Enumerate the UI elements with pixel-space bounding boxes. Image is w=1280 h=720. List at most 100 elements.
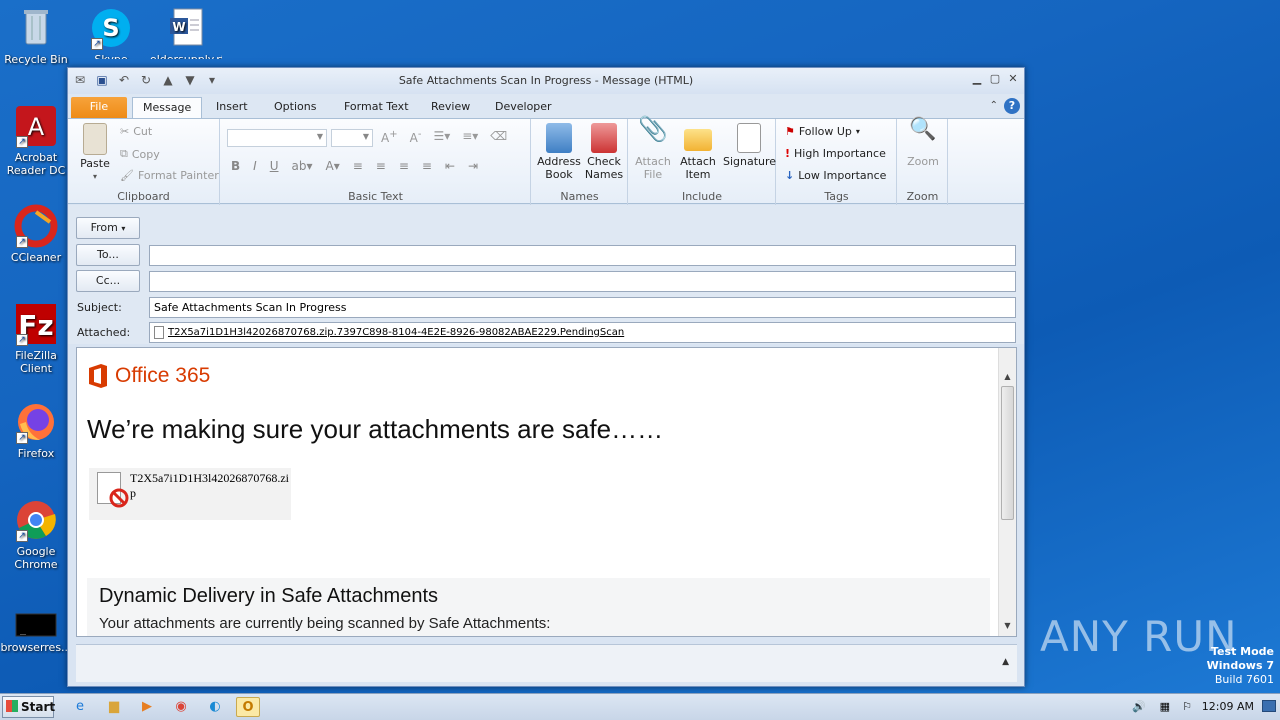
attachment-card[interactable]: T2X5a7i1D1H3l42026870768.zi p [89,468,291,520]
attach-file-button[interactable]: 📎 Attach File [631,115,675,181]
desktop-icon-console[interactable]: _ browserres... [0,608,72,654]
watermark-line: Windows 7 [1206,659,1274,672]
desktop-icon-skype[interactable]: S ↗ Skype [75,6,147,59]
follow-up-label: Follow Up [798,125,852,138]
paste-button[interactable]: Paste ▾ [76,123,114,183]
from-button[interactable]: From ▾ [76,217,140,239]
tab-options[interactable]: Options [264,97,326,118]
follow-up-button[interactable]: ⚑ Follow Up ▾ [785,125,860,138]
high-importance-button[interactable]: ! High Importance [785,147,886,160]
attachment-field[interactable]: T2X5a7i1D1H3l42026870768.zip.7397C898-81… [149,322,1016,343]
vertical-scrollbar[interactable]: ▲ ▼ [998,348,1016,636]
start-button[interactable]: Start [2,696,55,718]
desktop-icon-filezilla[interactable]: Fz ↗ FileZilla Client [0,302,72,375]
justify-icon[interactable]: ≡ [422,159,432,173]
tab-review[interactable]: Review [421,97,480,118]
scroll-thumb[interactable] [1001,386,1014,520]
scissors-icon: ✂ [120,125,130,138]
decrease-indent-icon[interactable]: ⇤ [445,159,455,173]
svg-text:S: S [102,14,119,42]
expand-pane-icon[interactable]: ▲ [1002,657,1009,667]
desktop-icon-rtf[interactable]: W oldersupply.rtf [150,6,222,59]
action-center-flag-icon[interactable]: ⚐ [1182,700,1192,713]
recycle-bin-icon [14,6,58,50]
increase-indent-icon[interactable]: ⇥ [468,159,478,173]
bold-icon[interactable]: B [231,159,240,173]
desktop-icon-chrome[interactable]: ↗ Google Chrome [0,498,72,571]
shrink-font-icon[interactable]: A- [410,129,422,145]
copy-button[interactable]: ⧉ Copy [120,147,160,161]
info-section-title: Dynamic Delivery in Safe Attachments [99,585,439,607]
zoom-label: Zoom [907,155,939,168]
subject-field[interactable]: Safe Attachments Scan In Progress [149,297,1016,318]
grow-font-icon[interactable]: A+ [381,129,398,145]
paste-icon [83,123,107,155]
to-field[interactable] [149,245,1016,266]
font-tools-row-2: B I Uab▾ A▾ ≡ ≡ ≡ ≡ ⇤ ⇥ [231,159,478,173]
low-importance-button[interactable]: ↓ Low Importance [785,169,886,182]
scroll-down-icon[interactable]: ▼ [1001,621,1014,634]
cc-button[interactable]: Cc... [76,270,140,292]
desktop-icon-ccleaner[interactable]: ↗ CCleaner [0,204,72,264]
network-icon[interactable]: ▦ [1160,700,1170,713]
zoom-group-label: Zoom [906,190,939,203]
font-size-select[interactable]: ▼ [331,129,373,147]
scroll-up-icon[interactable]: ▲ [1001,372,1014,385]
svg-text:W: W [172,20,185,34]
tab-insert[interactable]: Insert [206,97,258,118]
office-logo-icon [89,364,107,388]
zoom-button[interactable]: 🔍 Zoom [902,119,944,169]
address-book-button[interactable]: Address Book [536,123,582,181]
file-name-line: T2X5a7i1D1H3l42026870768.zi [130,471,289,485]
check-names-icon [591,123,617,153]
paperclip-icon: 📎 [638,115,668,143]
close-icon[interactable]: ✕ [1006,72,1020,86]
maximize-icon[interactable]: ▢ [988,72,1002,86]
cut-button[interactable]: ✂ Cut [120,125,152,138]
desktop-icon-recycle-bin[interactable]: Recycle Bin [0,6,72,66]
clear-format-icon[interactable]: ⌫ [490,129,507,145]
check-names-button[interactable]: Check Names [582,123,626,181]
desktop-icon-label: Firefox [17,447,55,460]
show-desktop-icon[interactable] [1262,700,1276,712]
high-importance-label: High Importance [794,147,886,160]
basic-text-group-label: Basic Text [348,190,403,203]
outlook-taskbar-icon[interactable]: O [236,697,260,717]
watermark-line: Test Mode [1211,645,1274,658]
font-color-icon[interactable]: A▾ [326,159,340,173]
tab-format-text[interactable]: Format Text [334,97,419,118]
volume-icon[interactable]: 🔊 [1132,700,1146,713]
underline-icon[interactable]: U [270,159,279,173]
italic-icon[interactable]: I [253,159,257,173]
taskbar-clock[interactable]: 12:09 AM [1202,700,1254,713]
tab-file[interactable]: File [71,97,127,118]
help-icon[interactable]: ? [1004,98,1020,114]
to-button[interactable]: To... [76,244,140,266]
info-section: Dynamic Delivery in Safe Attachments You… [87,578,990,636]
desktop-icon-firefox[interactable]: ↗ Firefox [0,400,72,460]
tab-developer[interactable]: Developer [485,97,562,118]
minimize-ribbon-icon[interactable]: ⌃ [990,100,998,111]
info-section-text: Your attachments are currently being sca… [99,615,551,632]
media-player-taskbar-icon[interactable]: ▶ [135,697,159,717]
desktop-icon-acrobat[interactable]: A ↗ Acrobat Reader DC [0,104,72,177]
align-right-icon[interactable]: ≡ [399,159,409,173]
ie-taskbar-icon[interactable]: e [68,697,92,717]
bullets-icon[interactable]: ☰▾ [433,129,450,145]
align-left-icon[interactable]: ≡ [353,159,363,173]
highlight-icon[interactable]: ab▾ [292,159,313,173]
message-body[interactable]: Office 365 We’re making sure your attach… [76,347,1017,637]
format-painter-button[interactable]: 🖌 Format Painter [120,169,219,182]
numbering-icon[interactable]: ≡▾ [462,129,478,145]
attach-item-button[interactable]: Attach Item [675,123,721,181]
attachment-link[interactable]: T2X5a7i1D1H3l42026870768.zip.7397C898-81… [168,323,624,342]
chrome-taskbar-icon[interactable]: ◉ [169,697,193,717]
explorer-taskbar-icon[interactable]: ▆ [102,697,126,717]
tab-message[interactable]: Message [132,97,203,118]
signature-button[interactable]: Signature [723,123,776,168]
edge-taskbar-icon[interactable]: ◐ [203,697,227,717]
cc-field[interactable] [149,271,1016,292]
minimize-icon[interactable]: ▁ [970,72,984,86]
align-center-icon[interactable]: ≡ [376,159,386,173]
font-name-select[interactable]: ▼ [227,129,327,147]
